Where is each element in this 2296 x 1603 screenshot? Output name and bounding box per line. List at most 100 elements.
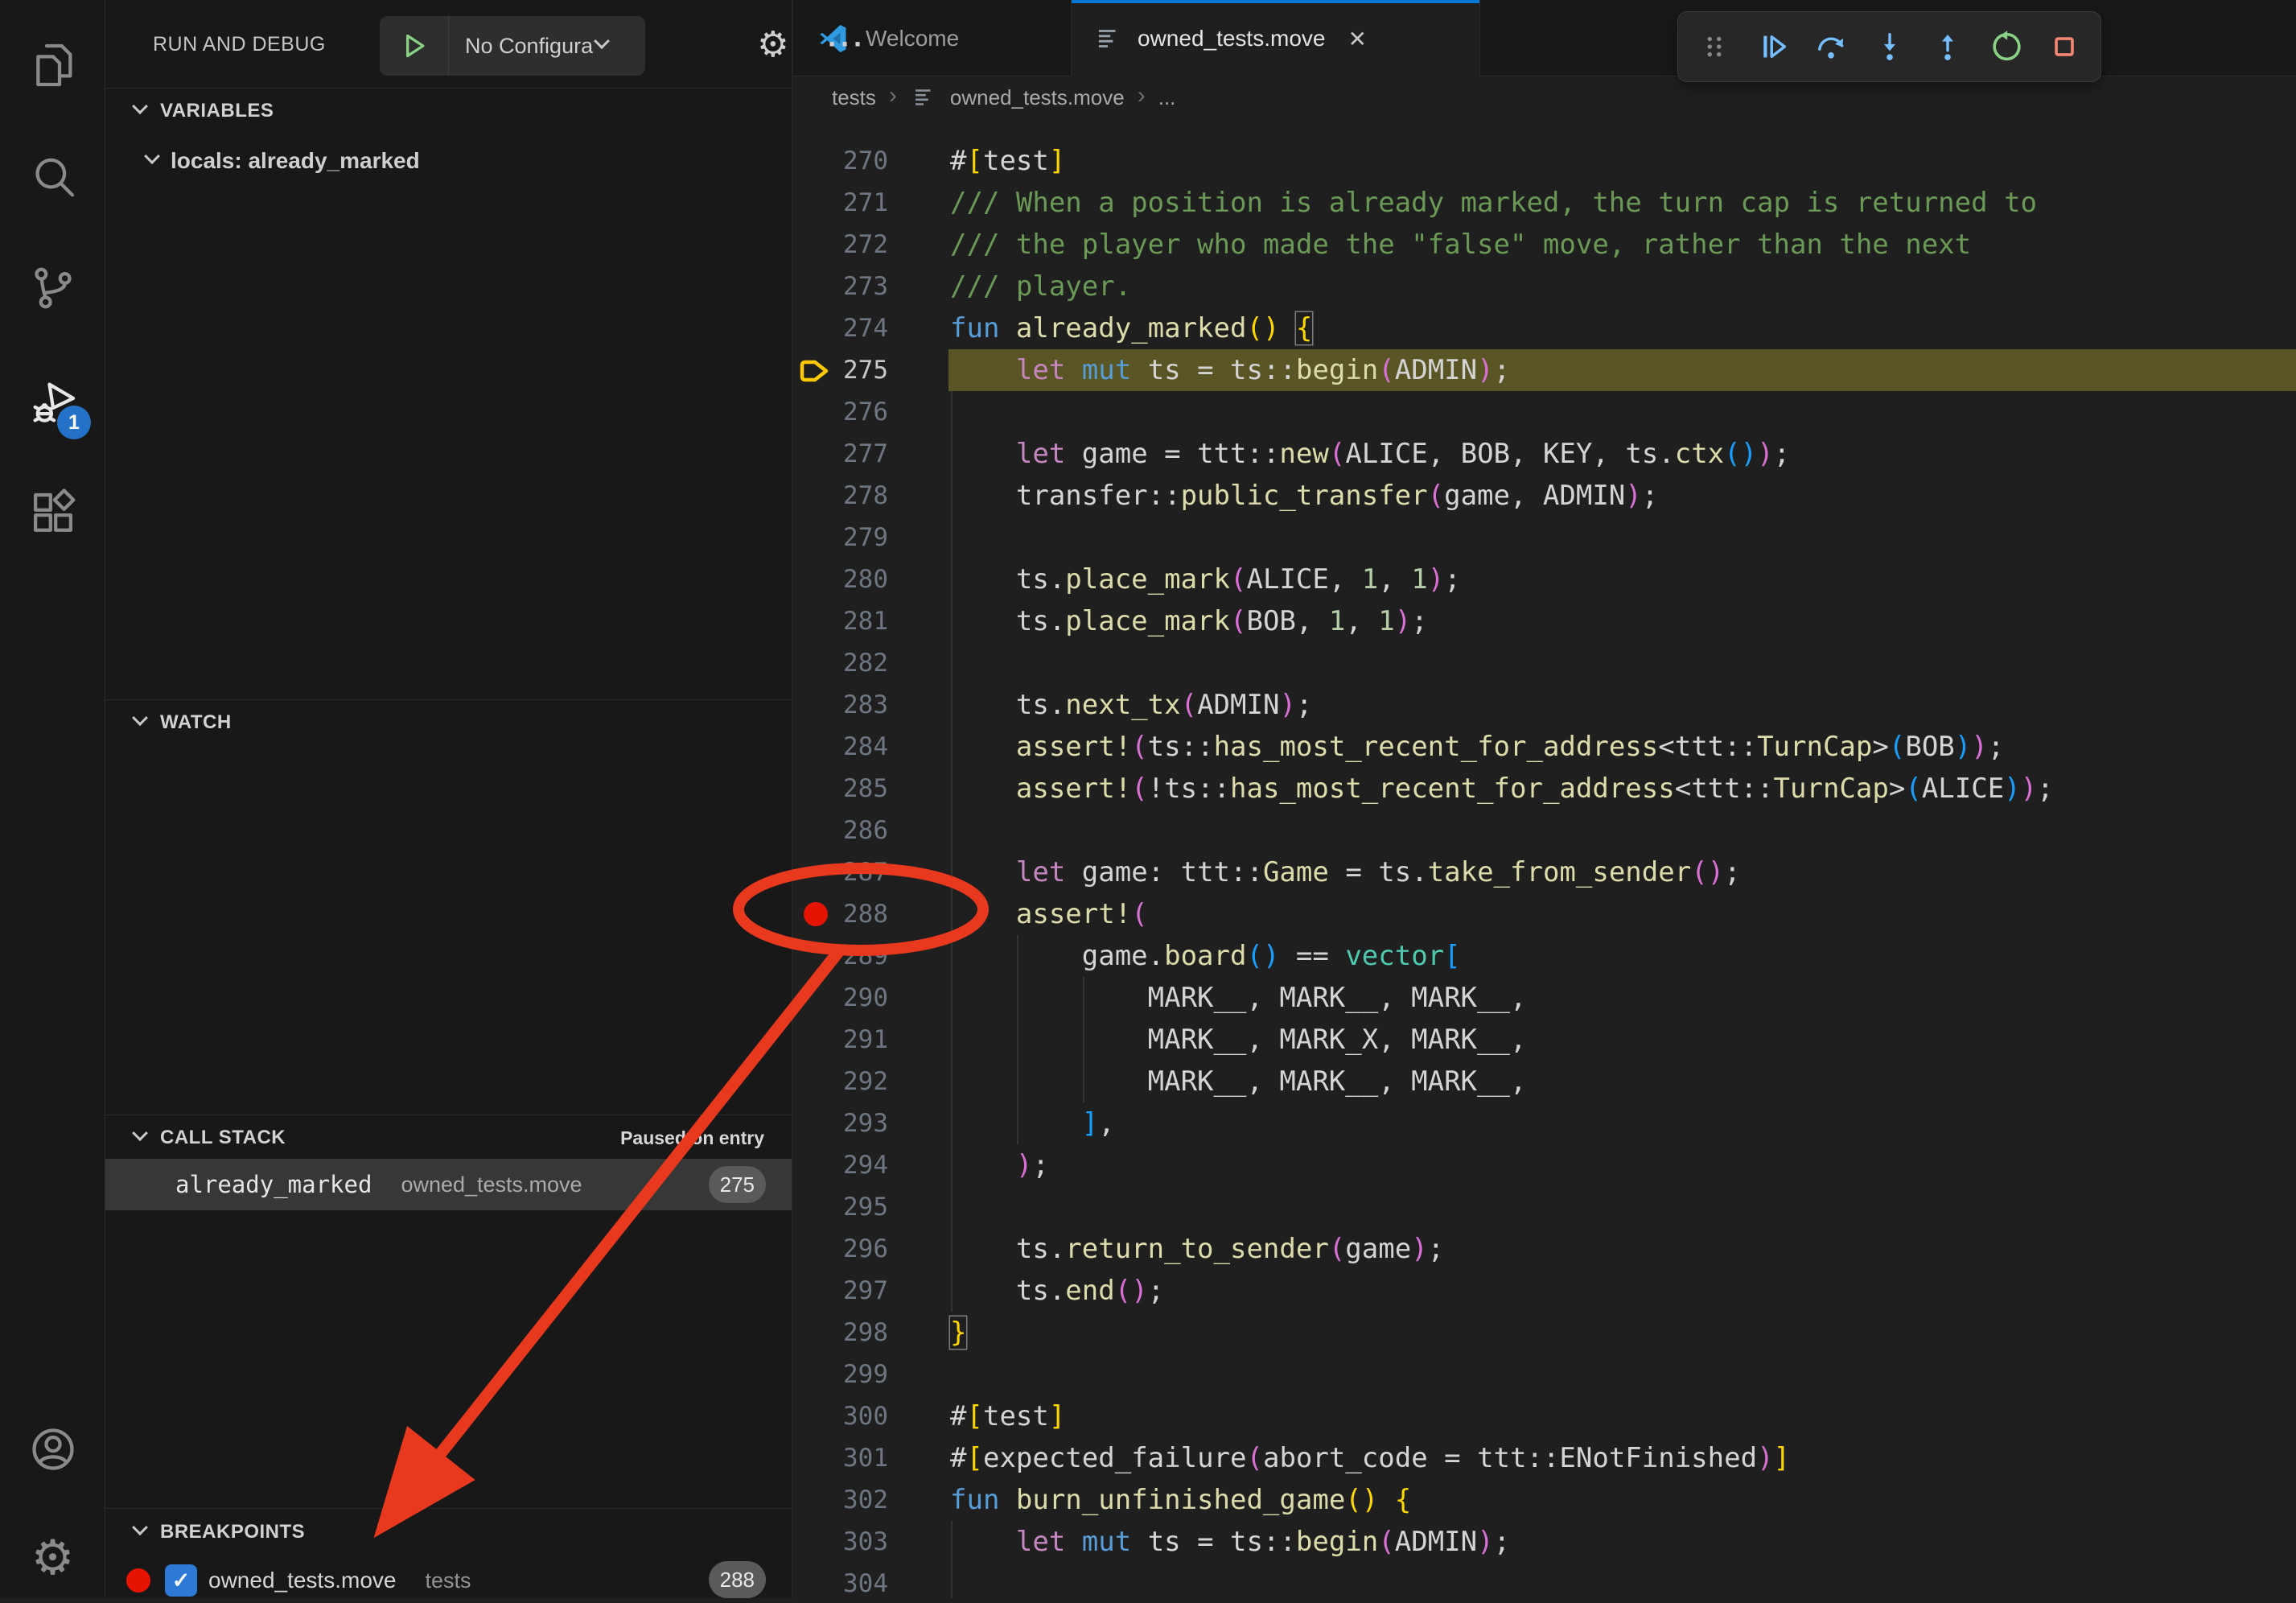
activity-bar-run-and-debug[interactable]: 1 (0, 365, 105, 439)
code-text[interactable]: } (950, 1312, 966, 1354)
line-number[interactable]: 294 (793, 1144, 888, 1186)
line-number[interactable]: 274 (793, 307, 888, 349)
line-number[interactable]: 282 (793, 642, 888, 684)
code-text[interactable]: let mut ts = ts::begin(ADMIN); (950, 1521, 1510, 1563)
activity-bar-settings[interactable]: ⚙ (0, 1521, 105, 1595)
variables-locals-row[interactable]: locals: already_marked (105, 138, 792, 183)
breadcrumb-file[interactable]: owned_tests.move (950, 85, 1125, 110)
debug-step-into-button[interactable] (1867, 24, 1912, 69)
line-number[interactable]: 295 (793, 1186, 888, 1228)
code-text[interactable]: assert!(ts::has_most_recent_for_address<… (950, 726, 2004, 768)
start-debugging-icon[interactable] (380, 16, 449, 76)
line-number[interactable]: 299 (793, 1354, 888, 1395)
activity-bar-account[interactable] (0, 1412, 105, 1486)
code-text[interactable]: assert!( (950, 893, 1148, 935)
line-number[interactable]: 297 (793, 1270, 888, 1312)
debug-gear-icon[interactable]: ⚙ (757, 0, 788, 89)
line-number[interactable]: 278 (793, 475, 888, 517)
line-number[interactable]: 303 (793, 1521, 888, 1563)
activity-bar-explorer[interactable] (0, 28, 105, 102)
code-text[interactable]: #[expected_failure(abort_code = ttt::ENo… (950, 1437, 1790, 1479)
line-number[interactable]: 273 (793, 266, 888, 307)
line-number[interactable]: 288 (793, 893, 888, 935)
section-breakpoints[interactable]: BREAKPOINTS (105, 1510, 792, 1555)
code-text[interactable]: let mut ts = ts::begin(ADMIN); (950, 349, 1510, 391)
code-text[interactable]: assert!(!ts::has_most_recent_for_address… (950, 768, 2054, 810)
line-number[interactable]: 280 (793, 558, 888, 600)
line-number[interactable]: 272 (793, 224, 888, 266)
code-text[interactable]: MARK__, MARK__, MARK__, (950, 977, 1526, 1019)
code-text[interactable]: ts.place_mark(BOB, 1, 1); (950, 600, 1428, 642)
section-watch[interactable]: WATCH (105, 700, 792, 745)
code-text[interactable]: ], (950, 1102, 1115, 1144)
line-number[interactable]: 271 (793, 182, 888, 224)
code-text[interactable]: MARK__, MARK_X, MARK__, (950, 1019, 1526, 1061)
code-text[interactable]: /// player. (950, 266, 1131, 307)
debug-step-over-button[interactable] (1808, 24, 1854, 69)
breadcrumb-symbol[interactable]: ... (1158, 85, 1176, 110)
code-text[interactable]: game.board() == vector[ (950, 935, 1461, 977)
line-number[interactable]: 270 (793, 140, 888, 182)
code-text[interactable]: ts.return_to_sender(game); (950, 1228, 1444, 1270)
code-text[interactable]: let game = ttt::new(ALICE, BOB, KEY, ts.… (950, 433, 1790, 475)
line-number[interactable]: 293 (793, 1102, 888, 1144)
code-text[interactable]: fun already_marked() { (950, 307, 1312, 349)
code-line-277: 277 let game = ttt::new(ALICE, BOB, KEY,… (793, 433, 2296, 475)
line-number[interactable]: 287 (793, 851, 888, 893)
debug-stop-button[interactable] (2042, 24, 2087, 69)
code-text[interactable]: ts.next_tx(ADMIN); (950, 684, 1312, 726)
code-text[interactable]: transfer::public_transfer(game, ADMIN); (950, 475, 1658, 517)
debug-restart-button[interactable] (1984, 24, 2029, 69)
line-number[interactable]: 296 (793, 1228, 888, 1270)
run-debug-sidebar: RUN AND DEBUG No Configura ⚙ ··· VARIABL… (105, 0, 792, 1598)
code-text[interactable]: #[test] (950, 140, 1065, 182)
toolbar-drag-handle[interactable] (1692, 24, 1737, 69)
breadcrumb-tests[interactable]: tests (832, 85, 876, 110)
call-stack-frame[interactable]: already_marked owned_tests.move 275 (105, 1159, 792, 1210)
code-text[interactable]: ); (950, 1144, 1049, 1186)
code-text[interactable]: ts.end(); (950, 1270, 1164, 1312)
line-number[interactable]: 304 (793, 1563, 888, 1598)
code-text[interactable]: /// the player who made the "false" move… (950, 224, 1971, 266)
code-text[interactable]: fun burn_unfinished_game() { (950, 1479, 1411, 1521)
line-number[interactable]: 289 (793, 935, 888, 977)
activity-bar-search[interactable] (0, 141, 105, 215)
code-text[interactable]: ts.place_mark(ALICE, 1, 1); (950, 558, 1461, 600)
line-number[interactable]: 279 (793, 517, 888, 558)
line-number[interactable]: 290 (793, 977, 888, 1019)
line-number[interactable]: 301 (793, 1437, 888, 1479)
line-number[interactable]: 275 (793, 349, 888, 391)
line-number[interactable]: 286 (793, 810, 888, 851)
activity-bar-extensions[interactable] (0, 476, 105, 550)
code-text[interactable]: #[test] (950, 1395, 1065, 1437)
line-number[interactable]: 277 (793, 433, 888, 475)
more-actions-icon[interactable]: ··· (828, 0, 866, 89)
line-number[interactable]: 285 (793, 768, 888, 810)
close-icon[interactable] (1348, 26, 1366, 52)
breakpoint-dir: tests (425, 1568, 471, 1593)
active-tab-accent (1072, 0, 1479, 3)
tab-owned-tests[interactable]: owned_tests.move (1072, 0, 1480, 77)
code-text[interactable]: MARK__, MARK__, MARK__, (950, 1061, 1526, 1102)
section-variables[interactable]: VARIABLES (105, 89, 792, 134)
section-call-stack[interactable]: CALL STACK Paused on entry (105, 1115, 792, 1160)
debug-continue-button[interactable] (1750, 24, 1795, 69)
line-number[interactable]: 300 (793, 1395, 888, 1437)
line-number[interactable]: 276 (793, 391, 888, 433)
line-number[interactable]: 284 (793, 726, 888, 768)
breakpoint-checkbox[interactable] (165, 1564, 197, 1597)
line-number[interactable]: 292 (793, 1061, 888, 1102)
debug-step-out-button[interactable] (1925, 24, 1970, 69)
line-number[interactable]: 298 (793, 1312, 888, 1354)
activity-bar-source-control[interactable] (0, 251, 105, 325)
line-number[interactable]: 302 (793, 1479, 888, 1521)
line-number[interactable]: 291 (793, 1019, 888, 1061)
line-number[interactable]: 281 (793, 600, 888, 642)
code-editor[interactable]: 270 #[test] 271 /// When a position is alre… (793, 118, 2296, 1598)
breakpoint-item[interactable]: owned_tests.move tests 288 (105, 1558, 792, 1603)
debug-config-dropdown[interactable]: No Configura (380, 16, 645, 76)
code-text[interactable]: let game: ttt::Game = ts.take_from_sende… (950, 851, 1741, 893)
code-line-293: 293 ], (793, 1102, 2296, 1144)
line-number[interactable]: 283 (793, 684, 888, 726)
code-text[interactable]: /// When a position is already marked, t… (950, 182, 2037, 224)
